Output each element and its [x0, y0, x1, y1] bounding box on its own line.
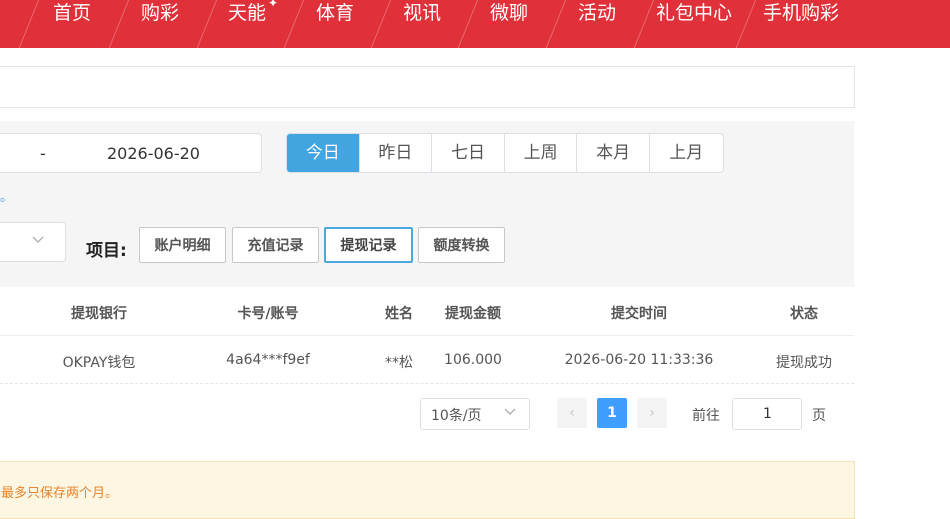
nav-item-chat[interactable]: 微聊 [490, 0, 528, 26]
cell-name: **松 [385, 355, 413, 371]
goto-label: 前往 [692, 408, 720, 424]
nav-item-events[interactable]: 活动 [578, 0, 616, 26]
project-button-deposit-records[interactable]: 充值记录 [232, 227, 319, 263]
chevron-down-icon [503, 404, 517, 422]
page-number-button[interactable]: 1 [597, 398, 627, 428]
notice-banner: 最多只保存两个月。 [0, 461, 855, 519]
cell-bank: OKPAY钱包 [62, 355, 136, 371]
project-button-account-details[interactable]: 账户明细 [139, 227, 226, 263]
sparkle-icon: ✦ [268, 0, 279, 10]
column-header-account: 卡号/账号 [237, 306, 299, 322]
project-label: 项目: [86, 241, 127, 261]
range-button-yesterday[interactable]: 昨日 [360, 134, 433, 172]
row-divider [0, 383, 854, 384]
date-separator: - [40, 144, 46, 163]
nav-divider [455, 0, 480, 48]
cell-status: 提现成功 [776, 355, 832, 371]
column-header-bank: 提现银行 [71, 306, 127, 322]
nav-item-live[interactable]: 视讯 [403, 0, 441, 26]
nav-divider [733, 0, 758, 48]
range-button-this-month[interactable]: 本月 [577, 134, 650, 172]
project-button-credit-transfer[interactable]: 额度转换 [418, 227, 505, 263]
nav-item-mobile[interactable]: 手机购彩 [763, 0, 839, 26]
nav-divider [194, 0, 219, 48]
range-button-today[interactable]: 今日 [287, 134, 360, 172]
nav-divider [631, 0, 656, 48]
range-button-last-week[interactable]: 上周 [505, 134, 578, 172]
page-suffix: 页 [812, 408, 826, 424]
chevron-down-icon [31, 232, 45, 250]
goto-page-input[interactable]: 1 [732, 398, 802, 430]
quick-range-group: 今日 昨日 七日 上周 本月 上月 [286, 133, 724, 173]
range-button-seven-days[interactable]: 七日 [432, 134, 505, 172]
cell-account: 4a64***f9ef [226, 352, 310, 368]
nav-divider [106, 0, 131, 48]
cell-time: 2026-06-20 11:33:36 [564, 352, 714, 368]
date-end-input[interactable]: 2026-06-20 [107, 144, 200, 163]
nav-item-home[interactable]: 首页 [53, 0, 91, 26]
prev-page-button[interactable]: ‹ [557, 398, 587, 428]
nav-divider [281, 0, 306, 48]
top-nav: 首页 购彩 天能 ✦ 体育 视讯 微聊 活动 礼包中心 手机购彩 [0, 0, 950, 48]
column-header-amount: 提现金额 [445, 306, 501, 322]
table-header [0, 287, 854, 336]
nav-item-lottery[interactable]: 购彩 [141, 0, 179, 26]
nav-divider [543, 0, 568, 48]
next-page-button[interactable]: › [637, 398, 667, 428]
nav-item-tianneng[interactable]: 天能 [228, 0, 266, 26]
nav-item-sports[interactable]: 体育 [316, 0, 354, 26]
nav-divider [368, 0, 393, 48]
page-size-select[interactable]: 10条/页 [420, 398, 530, 430]
column-header-time: 提交时间 [611, 306, 667, 322]
page-size-value: 10条/页 [431, 408, 482, 424]
header-strip [0, 66, 855, 108]
nav-divider [16, 0, 41, 48]
cell-amount: 106.000 [444, 352, 502, 368]
column-header-status: 状态 [790, 306, 818, 322]
goto-page-value: 1 [763, 406, 772, 422]
filter-note: 。 [0, 190, 14, 205]
range-button-last-month[interactable]: 上月 [650, 134, 723, 172]
notice-text: 最多只保存两个月。 [1, 486, 119, 501]
column-header-name: 姓名 [385, 306, 413, 322]
type-select[interactable] [0, 222, 66, 262]
nav-item-gift-center[interactable]: 礼包中心 [656, 0, 732, 26]
project-button-withdrawal-records[interactable]: 提现记录 [324, 227, 413, 263]
